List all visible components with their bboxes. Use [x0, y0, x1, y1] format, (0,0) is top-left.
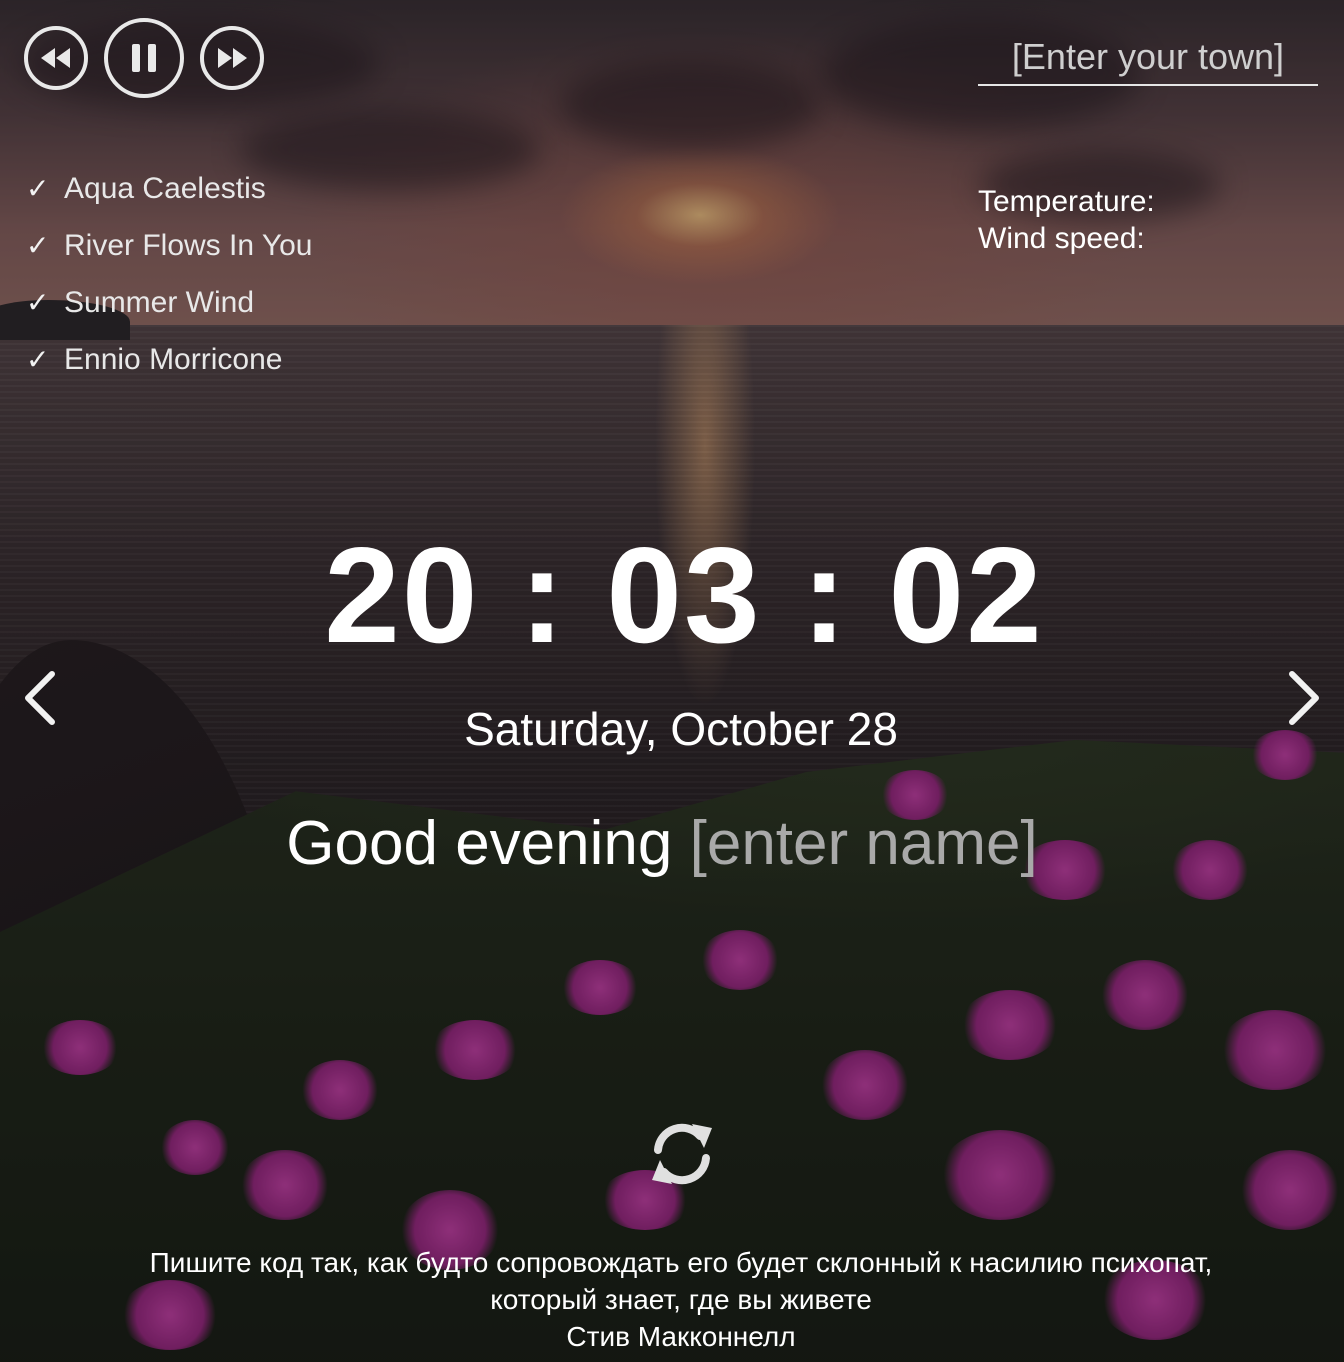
playlist-item[interactable]: ✓ River Flows In You: [26, 217, 312, 274]
name-input[interactable]: [enter name]: [690, 809, 1038, 878]
check-icon: ✓: [26, 287, 50, 318]
playlist-item[interactable]: ✓ Summer Wind: [26, 274, 312, 331]
refresh-quote-button[interactable]: [644, 1118, 720, 1190]
clock-time: 20 : 03 : 02: [324, 519, 1044, 671]
audio-player: [24, 18, 264, 98]
slide-prev-button[interactable]: [18, 668, 62, 728]
pause-icon: [132, 44, 156, 72]
wind-speed-label: Wind speed:: [978, 222, 1145, 255]
quote-text-line: Пишите код так, как будто сопровождать е…: [149, 1247, 1213, 1278]
track-title: Summer Wind: [64, 285, 255, 319]
slide-next-button[interactable]: [1282, 668, 1326, 728]
playlist-item[interactable]: ✓ Aqua Caelestis: [26, 160, 312, 217]
check-icon: ✓: [26, 230, 50, 261]
city-input[interactable]: [978, 30, 1318, 86]
playlist-item[interactable]: ✓ Ennio Morricone: [26, 331, 312, 388]
greeting: Good evening [enter name]: [0, 806, 1324, 882]
track-title: River Flows In You: [64, 228, 313, 262]
rewind-icon: [41, 48, 70, 68]
previous-track-button[interactable]: [24, 26, 88, 90]
chevron-right-icon: [1289, 671, 1319, 725]
refresh-icon: [652, 1123, 712, 1185]
fast-forward-icon: [218, 48, 247, 68]
track-title: Aqua Caelestis: [64, 171, 266, 205]
next-track-button[interactable]: [200, 26, 264, 90]
weather-panel: Temperature: Wind speed:: [978, 183, 1155, 257]
chevron-left-icon: [25, 671, 55, 725]
check-icon: ✓: [26, 344, 50, 375]
quote-block: Пишите код так, как будто сопровождать е…: [0, 1244, 1344, 1355]
greeting-text: Good evening: [286, 809, 690, 878]
quote-author: Стив Макконнелл: [566, 1321, 796, 1352]
track-title: Ennio Morricone: [64, 342, 283, 376]
clock-date: Saturday, October 28: [464, 703, 898, 755]
quote-text-line: который знает, где вы живете: [490, 1284, 872, 1315]
temperature-label: Temperature:: [978, 185, 1155, 218]
check-icon: ✓: [26, 173, 50, 204]
play-pause-button[interactable]: [104, 18, 184, 98]
playlist: ✓ Aqua Caelestis ✓ River Flows In You ✓ …: [26, 160, 312, 388]
